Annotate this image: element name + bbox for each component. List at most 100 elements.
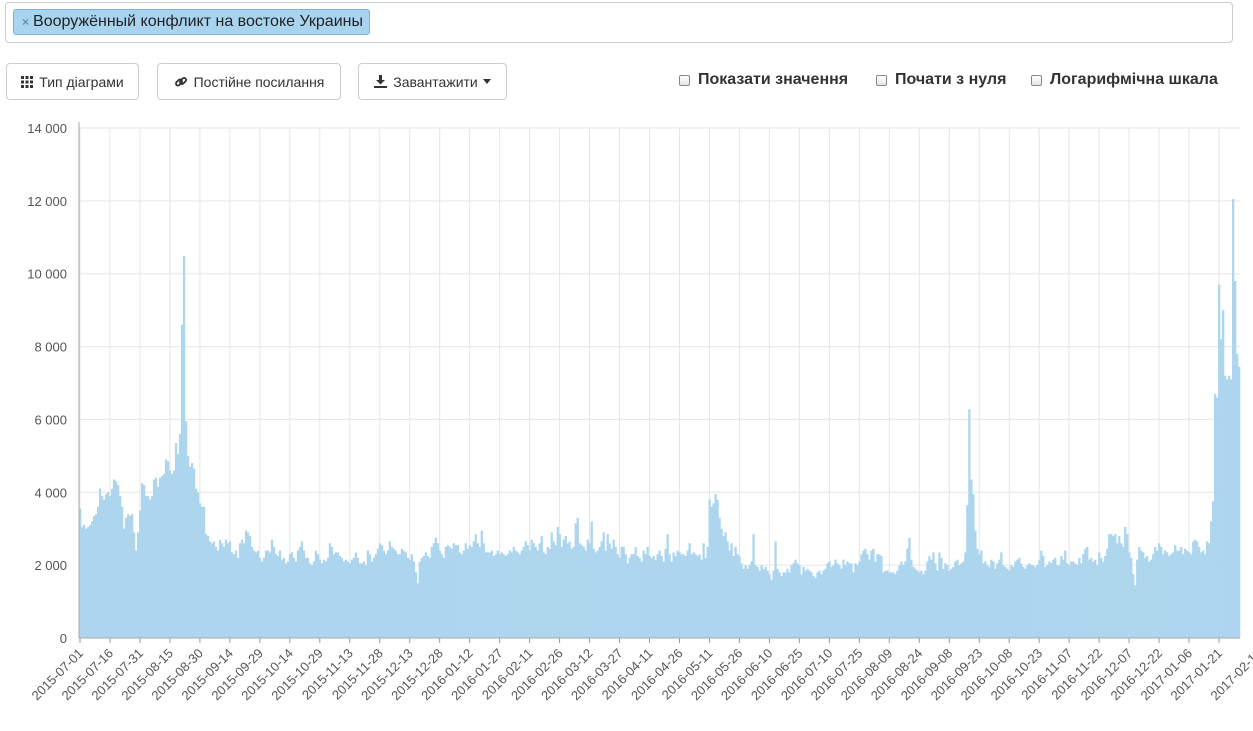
bar[interactable]	[494, 554, 497, 638]
bar[interactable]	[556, 526, 559, 638]
bar[interactable]	[926, 561, 929, 639]
bar[interactable]	[454, 545, 457, 638]
bar[interactable]	[734, 546, 737, 638]
bar[interactable]	[1238, 366, 1241, 638]
bar[interactable]	[856, 565, 859, 638]
bar[interactable]	[1194, 539, 1197, 638]
bar[interactable]	[368, 554, 372, 638]
bar[interactable]	[264, 550, 268, 638]
bar[interactable]	[876, 554, 879, 638]
bar[interactable]	[1064, 550, 1067, 638]
bar[interactable]	[826, 563, 829, 638]
bar[interactable]	[1018, 557, 1021, 638]
bar[interactable]	[250, 546, 254, 638]
bar[interactable]	[858, 561, 861, 639]
bar[interactable]	[692, 552, 695, 638]
bar[interactable]	[1236, 353, 1239, 638]
bar[interactable]	[98, 488, 102, 638]
bar[interactable]	[1032, 565, 1035, 638]
bar[interactable]	[1144, 557, 1147, 638]
bar[interactable]	[686, 550, 689, 638]
bar[interactable]	[152, 479, 156, 638]
bar[interactable]	[188, 466, 192, 638]
bar[interactable]	[1068, 565, 1071, 638]
bar[interactable]	[910, 559, 913, 638]
bar[interactable]	[1092, 561, 1095, 639]
bar[interactable]	[148, 499, 152, 638]
bar[interactable]	[1204, 554, 1207, 638]
bar[interactable]	[444, 546, 447, 638]
bar[interactable]	[112, 479, 116, 638]
bar[interactable]	[442, 557, 445, 638]
bar[interactable]	[196, 492, 200, 638]
bar[interactable]	[1216, 397, 1219, 638]
bar[interactable]	[422, 556, 426, 638]
bar[interactable]	[80, 526, 84, 638]
bar[interactable]	[288, 554, 292, 638]
bar[interactable]	[162, 474, 166, 638]
bar[interactable]	[610, 548, 613, 638]
bar[interactable]	[482, 543, 485, 638]
bar[interactable]	[480, 530, 483, 638]
permalink-button[interactable]: Постійне посилання	[157, 63, 341, 100]
bar[interactable]	[554, 545, 557, 638]
bar[interactable]	[238, 543, 242, 638]
bar[interactable]	[324, 561, 328, 639]
bar[interactable]	[1002, 565, 1005, 638]
bar[interactable]	[644, 554, 647, 638]
bar[interactable]	[336, 552, 340, 638]
bar[interactable]	[758, 570, 761, 638]
bar[interactable]	[362, 561, 366, 639]
bar[interactable]	[468, 545, 471, 638]
bar[interactable]	[364, 565, 368, 638]
bar[interactable]	[750, 561, 753, 639]
bar[interactable]	[1132, 574, 1135, 638]
bar[interactable]	[370, 561, 374, 639]
bar[interactable]	[764, 566, 767, 638]
bar[interactable]	[690, 554, 693, 638]
bar[interactable]	[798, 565, 801, 638]
bar[interactable]	[810, 572, 813, 638]
bar[interactable]	[1040, 550, 1043, 638]
bar[interactable]	[342, 561, 346, 639]
bar[interactable]	[840, 568, 843, 638]
bar[interactable]	[312, 561, 316, 639]
bar[interactable]	[306, 557, 310, 638]
bar[interactable]	[614, 546, 617, 638]
bar[interactable]	[304, 557, 308, 638]
bar[interactable]	[772, 570, 775, 638]
bar[interactable]	[244, 530, 248, 638]
bar[interactable]	[1044, 566, 1047, 638]
bar[interactable]	[150, 495, 154, 638]
bar[interactable]	[452, 543, 455, 638]
bar[interactable]	[488, 552, 491, 638]
bar[interactable]	[768, 574, 771, 638]
bar[interactable]	[1038, 559, 1041, 638]
bar[interactable]	[472, 541, 475, 638]
bar[interactable]	[384, 554, 388, 638]
bar[interactable]	[622, 546, 625, 638]
bar[interactable]	[1048, 561, 1051, 639]
bar[interactable]	[1086, 546, 1089, 638]
bar[interactable]	[640, 561, 643, 639]
bar[interactable]	[190, 463, 194, 638]
bar[interactable]	[1134, 585, 1137, 638]
bar[interactable]	[510, 552, 513, 638]
bar[interactable]	[514, 550, 517, 638]
bar[interactable]	[1140, 550, 1143, 638]
bar[interactable]	[1084, 548, 1087, 638]
bar[interactable]	[846, 561, 849, 639]
bar[interactable]	[740, 563, 743, 638]
bar[interactable]	[420, 557, 424, 638]
bar[interactable]	[832, 565, 835, 638]
bar[interactable]	[284, 563, 288, 638]
bar[interactable]	[612, 539, 615, 638]
bar[interactable]	[1166, 552, 1169, 638]
bar[interactable]	[1182, 554, 1185, 638]
bar[interactable]	[916, 570, 919, 638]
bar[interactable]	[1108, 534, 1111, 638]
bar[interactable]	[710, 506, 713, 638]
bar[interactable]	[1210, 521, 1213, 638]
bar[interactable]	[536, 550, 539, 638]
bar[interactable]	[580, 545, 583, 638]
